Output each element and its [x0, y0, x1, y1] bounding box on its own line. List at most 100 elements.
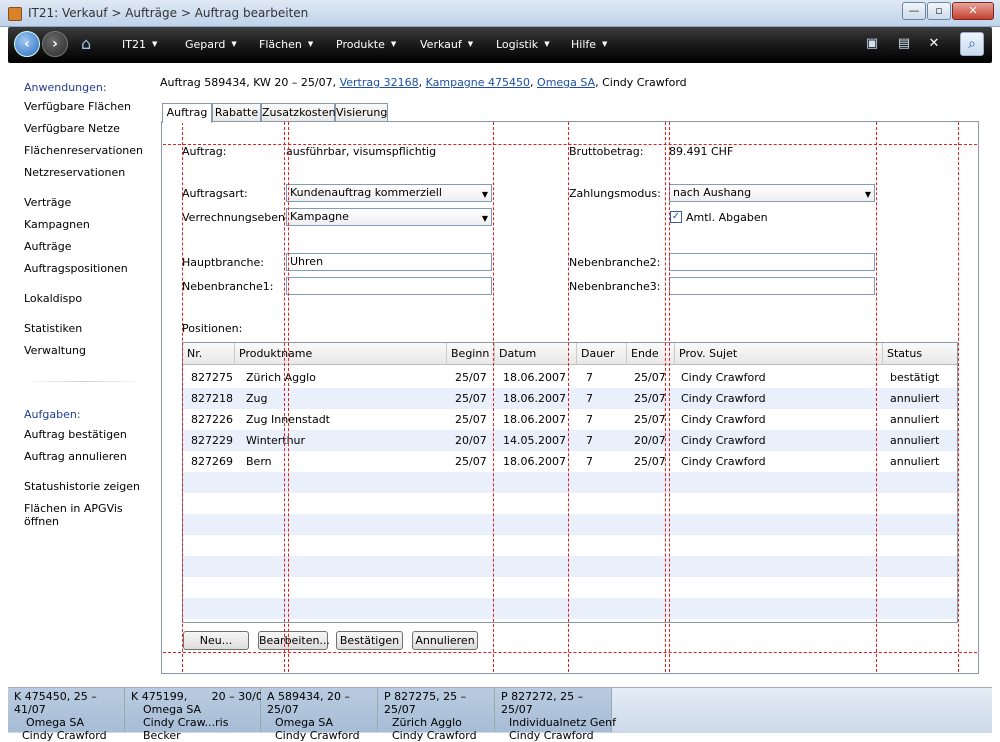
menu-flaechen[interactable]: Flächen ▼ — [259, 38, 313, 51]
guide-line — [288, 122, 289, 672]
positionen-label: Positionen: — [182, 322, 243, 335]
table-row[interactable] — [183, 556, 957, 577]
sidebar-divider — [22, 381, 146, 382]
table-row[interactable] — [183, 493, 957, 514]
recent-item-sujet: Cindy Crawford — [509, 729, 594, 742]
nebenbranche2-field[interactable] — [669, 253, 875, 271]
minimize-button[interactable]: — — [902, 2, 926, 20]
vertrag-link[interactable]: Vertrag 32168 — [340, 76, 419, 89]
menu-gepard[interactable]: Gepard ▼ — [185, 38, 237, 51]
sidebar-item-auftragspositionen[interactable]: Auftragspositionen — [24, 262, 128, 275]
cell-produktname: Bern — [246, 455, 272, 468]
table-row[interactable] — [183, 598, 957, 619]
col-nr[interactable]: Nr. — [183, 343, 235, 365]
cell-prov-sujet: Cindy Crawford — [681, 413, 766, 426]
zahlungsmodus-select[interactable]: nach Aushang ▼ — [669, 184, 875, 202]
table-row[interactable]: 827226 Zug Innenstadt 25/07 18.06.2007 7 25/0… — [183, 409, 957, 430]
sidebar-item-verfuegbare-netze[interactable]: Verfügbare Netze — [24, 122, 120, 135]
forward-button[interactable]: › — [42, 31, 68, 57]
print-icon[interactable]: ▤ — [895, 35, 913, 53]
menu-it21[interactable]: IT21 ▼ — [122, 38, 157, 51]
kampagne-link[interactable]: Kampagne 475450 — [426, 76, 530, 89]
sidebar-task-auftrag-bestaetigen[interactable]: Auftrag bestätigen — [24, 428, 127, 441]
maximize-button[interactable]: ▫ — [927, 2, 951, 20]
sidebar-item-netzreservationen[interactable]: Netzreservationen — [24, 166, 125, 179]
tab-rabatte[interactable]: Rabatte — [212, 103, 261, 122]
menu-produkte[interactable]: Produkte ▼ — [336, 38, 396, 51]
recent-item-position-827275[interactable]: P 827275, 25 – 25/07 Zürich Agglo Cindy … — [378, 688, 495, 742]
cell-datum: 18.06.2007 — [503, 455, 566, 468]
recent-item-kampagne-475199[interactable]: K 475199, 20 – 30/07 Omega SA Cindy Craw… — [125, 688, 270, 742]
sidebar-item-verfuegbare-flaechen[interactable]: Verfügbare Flächen — [24, 100, 131, 113]
sidebar-item-auftraege[interactable]: Aufträge — [24, 240, 72, 253]
back-button[interactable]: ‹ — [14, 31, 40, 57]
col-datum[interactable]: Datum — [495, 343, 577, 365]
guide-line — [182, 122, 183, 672]
nebenbranche2-label: Nebenbranche2: — [569, 256, 661, 269]
table-row[interactable]: 827275 Zürich Agglo 25/07 18.06.2007 7 25/07 C… — [183, 367, 957, 388]
col-ende[interactable]: Ende — [627, 343, 675, 365]
recent-item-sujet: Cindy Crawford — [392, 729, 477, 742]
window-title: IT21: Verkauf > Aufträge > Auftrag bearb… — [28, 6, 309, 20]
table-row[interactable] — [183, 472, 957, 493]
col-status[interactable]: Status — [883, 343, 957, 365]
close-icon[interactable]: ✕ — [925, 35, 943, 53]
hauptbranche-label: Hauptbranche: — [182, 256, 264, 269]
col-prov-sujet[interactable]: Prov. Sujet — [675, 343, 883, 365]
nebenbranche1-field[interactable] — [286, 277, 492, 295]
sidebar-item-verwaltung[interactable]: Verwaltung — [24, 344, 86, 357]
sidebar-item-flaechenreservationen[interactable]: Flächenreservationen — [24, 144, 143, 157]
cell-dauer: 7 — [586, 434, 593, 447]
tab-auftrag[interactable]: Auftrag — [162, 103, 212, 123]
sidebar-item-vertraege[interactable]: Verträge — [24, 196, 71, 209]
table-row[interactable] — [183, 535, 957, 556]
table-row[interactable]: 827218 Zug 25/07 18.06.2007 7 25/07 Cindy Craw… — [183, 388, 957, 409]
tab-zusatzkosten[interactable]: Zusatzkosten — [261, 103, 336, 122]
sidebar-task-apgvis[interactable]: Flächen in APGVis öffnen — [24, 502, 158, 528]
col-produktname[interactable]: Produktname — [235, 343, 447, 365]
table-row[interactable] — [183, 577, 957, 598]
save-icon[interactable]: ▣ — [863, 35, 881, 53]
auftragsart-select[interactable]: Kundenauftrag kommerziell ▼ — [286, 184, 492, 202]
sidebar-task-auftrag-annulieren[interactable]: Auftrag annulieren — [24, 450, 127, 463]
neu-button[interactable]: Neu... — [183, 631, 249, 650]
col-beginn[interactable]: Beginn — [447, 343, 495, 365]
nebenbranche3-field[interactable] — [669, 277, 875, 295]
sidebar-task-statushistorie[interactable]: Statushistorie zeigen — [24, 480, 140, 493]
sidebar-item-statistiken[interactable]: Statistiken — [24, 322, 82, 335]
cell-ende: 25/07 — [634, 392, 666, 405]
bestaetigen-button[interactable]: Bestätigen — [336, 631, 403, 650]
table-row[interactable]: 827269 Bern 25/07 18.06.2007 7 25/07 Cindy Cra… — [183, 451, 957, 472]
guide-line — [568, 122, 569, 672]
recent-item-sujet: Cindy Crawford — [22, 729, 107, 742]
sidebar-item-lokaldispo[interactable]: Lokaldispo — [24, 292, 82, 305]
bottom-bar: K 475450, 25 – 41/07 Omega SA Cindy Craw… — [8, 687, 992, 742]
cell-prov-sujet: Cindy Crawford — [681, 371, 766, 384]
col-dauer[interactable]: Dauer — [577, 343, 627, 365]
sidebar-item-kampagnen[interactable]: Kampagnen — [24, 218, 90, 231]
annulieren-button[interactable]: Annulieren — [412, 631, 478, 650]
recent-item-kampagne-475450[interactable]: K 475450, 25 – 41/07 Omega SA Cindy Craw… — [8, 688, 125, 742]
menu-verkauf[interactable]: Verkauf ▼ — [420, 38, 473, 51]
amtl-abgaben-checkbox[interactable]: ✓ — [670, 211, 682, 223]
applications-header: Anwendungen: — [24, 81, 107, 94]
kunde-link[interactable]: Omega SA — [537, 76, 595, 89]
recent-item-auftrag-589434[interactable]: A 589434, 20 – 25/07 Omega SA Cindy Craw… — [261, 688, 378, 742]
table-row[interactable] — [183, 514, 957, 535]
menu-hilfe[interactable]: Hilfe ▼ — [571, 38, 607, 51]
tab-visierung[interactable]: Visierung — [335, 103, 388, 122]
close-window-button[interactable]: ✕ — [952, 2, 994, 20]
recent-item-position-827272[interactable]: P 827272, 25 – 25/07 Individualnetz Genf… — [495, 688, 616, 742]
recent-item-title: P 827272, 25 – 25/07 — [501, 690, 584, 716]
positionen-table: Nr. Produktname Beginn Datum Dauer Ende … — [182, 342, 958, 623]
hauptbranche-field[interactable]: Uhren — [286, 253, 492, 271]
bearbeiten-button[interactable]: Bearbeiten... — [258, 631, 330, 650]
table-row[interactable]: 827229 Winterthur 20/07 14.05.2007 7 20/07 Cin… — [183, 430, 957, 451]
menu-logistik[interactable]: Logistik ▼ — [496, 38, 550, 51]
home-icon[interactable]: ⌂ — [81, 36, 99, 52]
cell-produktname: Zürich Agglo — [246, 371, 316, 384]
guide-line — [163, 144, 977, 145]
cell-status: annuliert — [890, 434, 940, 447]
verrechnungsebene-select[interactable]: Kampagne ▼ — [286, 208, 492, 226]
search-icon[interactable]: ⌕ — [960, 32, 984, 56]
